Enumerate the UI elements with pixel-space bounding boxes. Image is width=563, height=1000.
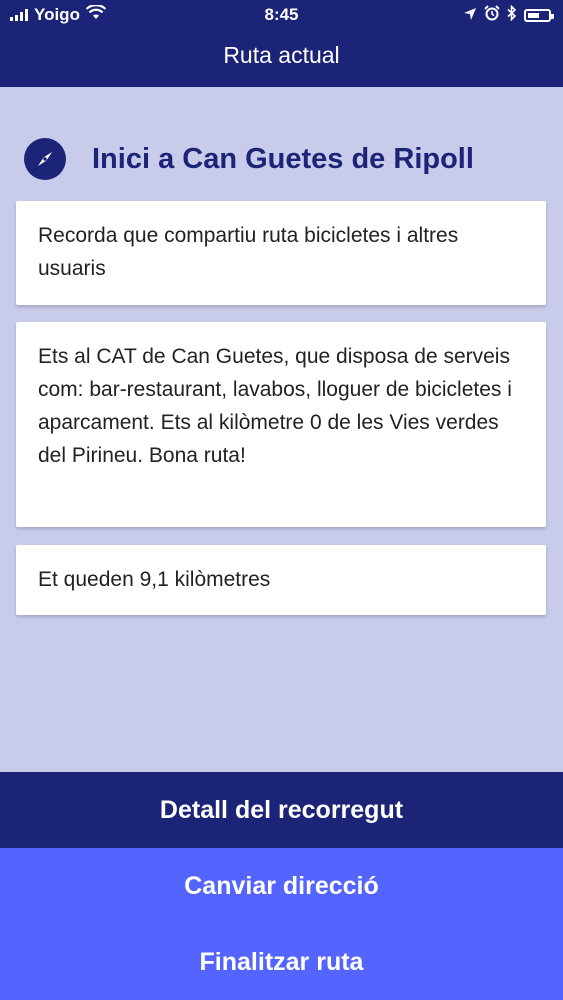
alarm-icon: [484, 5, 500, 26]
info-card-distance: Et queden 9,1 kilòmetres: [16, 545, 546, 615]
top-bar: Yoigo 8:45 Ruta actual: [0, 0, 563, 87]
route-heading: Inici a Can Guetes de Ripoll: [24, 138, 474, 180]
compass-icon: [24, 138, 66, 180]
info-card-sharing: Recorda que compartiu ruta bicicletes i …: [16, 201, 546, 305]
page-title: Ruta actual: [223, 42, 340, 68]
change-direction-button[interactable]: Canviar direcció: [0, 848, 563, 924]
route-detail-button[interactable]: Detall del recorregut: [0, 772, 563, 848]
route-title: Inici a Can Guetes de Ripoll: [92, 142, 474, 175]
status-right: [463, 4, 554, 26]
info-card-text: Recorda que compartiu ruta bicicletes i …: [38, 224, 459, 280]
bluetooth-icon: [507, 4, 517, 26]
status-bar: Yoigo 8:45: [0, 0, 563, 30]
battery-icon: [524, 9, 554, 22]
info-card-text: Et queden 9,1 kilòmetres: [38, 568, 271, 591]
location-arrow-icon: [463, 6, 477, 26]
info-card-text: Ets al CAT de Can Guetes, que disposa de…: [38, 345, 512, 467]
info-card-description: Ets al CAT de Can Guetes, que disposa de…: [16, 322, 546, 527]
finish-route-button[interactable]: Finalitzar ruta: [0, 924, 563, 1000]
